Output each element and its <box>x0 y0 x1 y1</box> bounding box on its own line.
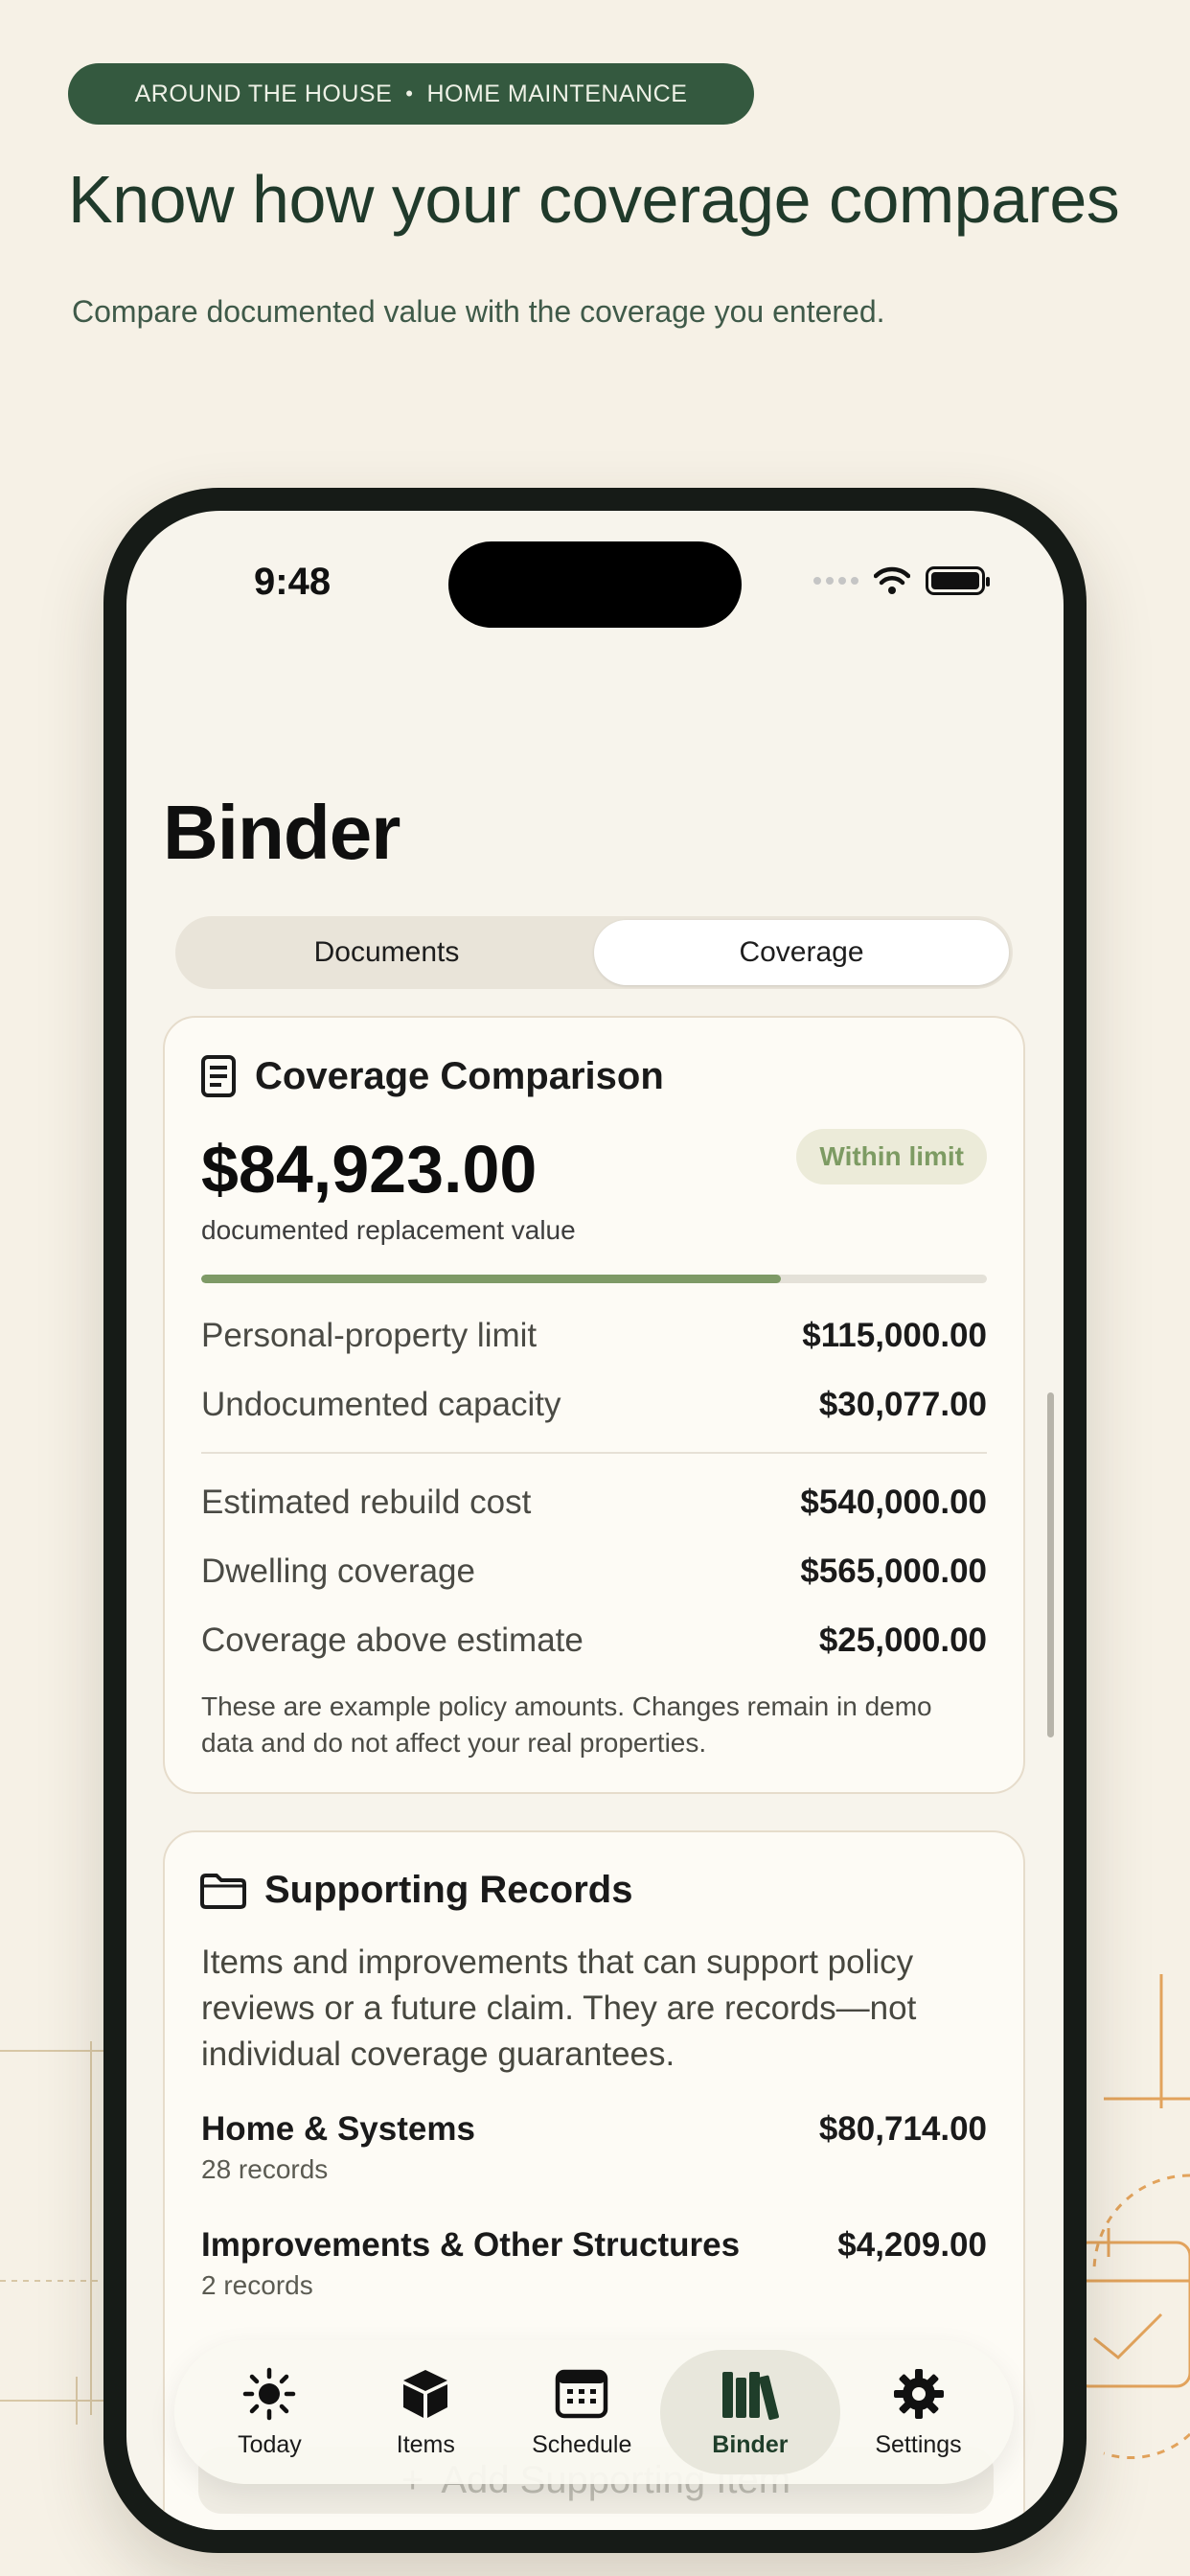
records-card-header: Supporting Records <box>199 1869 632 1912</box>
phone-frame: 9:48 Binder Documents Coverage Coverage … <box>103 488 1087 2553</box>
coverage-row: Coverage above estimate $25,000.00 <box>201 1622 987 1660</box>
folder-icon <box>200 1873 246 1909</box>
records-description: Items and improvements that can support … <box>201 1944 917 2073</box>
subline: Compare documented value with the covera… <box>72 294 885 329</box>
documented-value-caption: documented replacement value <box>201 1215 576 1245</box>
divider <box>201 1452 987 1454</box>
row-value: $540,000.00 <box>800 1484 987 1521</box>
coverage-row: Dwelling coverage $565,000.00 <box>201 1552 987 1591</box>
records-card-title: Supporting Records <box>264 1869 633 1911</box>
category-left: AROUND THE HOUSE <box>134 80 393 107</box>
sun-icon <box>243 2367 296 2420</box>
page-title: Binder <box>163 790 400 875</box>
tab-items[interactable]: Items <box>348 2350 504 2474</box>
scrollbar[interactable] <box>1047 1392 1054 1737</box>
calendar-icon <box>555 2369 608 2418</box>
tab-settings[interactable]: Settings <box>840 2350 996 2474</box>
category-pill: AROUND THE HOUSE • HOME MAINTENANCE <box>68 63 754 125</box>
record-group-name: Home & Systems <box>201 2110 475 2148</box>
tab-today[interactable]: Today <box>192 2350 348 2474</box>
row-value: $25,000.00 <box>818 1622 987 1659</box>
tab-schedule[interactable]: Schedule <box>504 2350 660 2474</box>
row-value: $115,000.00 <box>802 1317 987 1354</box>
tab-binder[interactable]: Binder <box>659 2350 841 2474</box>
tab-label: Binder <box>712 2430 789 2458</box>
status-badge: Within limit <box>796 1129 987 1184</box>
record-group-home-systems[interactable]: Home & Systems $80,714.00 28 records <box>201 2110 987 2185</box>
category-separator: • <box>405 81 414 105</box>
record-group-count: 2 records <box>201 2270 313 2300</box>
coverage-progress-fill <box>201 1275 782 1283</box>
signal-icon <box>813 577 858 585</box>
headline: Know how your coverage compares <box>68 162 1120 237</box>
row-label: Dwelling coverage <box>201 1552 475 1590</box>
status-icons <box>813 566 990 595</box>
tab-label: Settings <box>875 2430 962 2458</box>
segment-coverage[interactable]: Coverage <box>594 920 1009 985</box>
coverage-row: Estimated rebuild cost $540,000.00 <box>201 1484 987 1522</box>
record-group-count: 28 records <box>201 2154 329 2184</box>
phone-screen: 9:48 Binder Documents Coverage Coverage … <box>126 511 1064 2530</box>
row-value: $565,000.00 <box>800 1552 987 1590</box>
row-label: Undocumented capacity <box>201 1386 561 1423</box>
coverage-card-header: Coverage Comparison <box>199 1054 664 1098</box>
tab-label: Items <box>396 2430 455 2458</box>
record-group-improvements[interactable]: Improvements & Other Structures $4,209.0… <box>201 2226 987 2301</box>
record-group-amount: $80,714.00 <box>818 2110 987 2148</box>
dynamic-island <box>448 541 742 628</box>
demo-note: These are example policy amounts. Change… <box>201 1691 932 1758</box>
coverage-row: Personal-property limit $115,000.00 <box>201 1317 987 1355</box>
row-label: Personal-property limit <box>201 1317 538 1354</box>
coverage-row: Undocumented capacity $30,077.00 <box>201 1386 987 1424</box>
blueprint-decoration-left <box>0 2041 105 2425</box>
category-right: HOME MAINTENANCE <box>426 80 688 107</box>
row-value: $30,077.00 <box>818 1386 987 1423</box>
battery-icon <box>926 566 990 595</box>
record-group-amount: $4,209.00 <box>837 2226 987 2264</box>
coverage-card-title: Coverage Comparison <box>255 1054 664 1097</box>
segment-documents[interactable]: Documents <box>179 920 594 985</box>
row-label: Coverage above estimate <box>201 1622 584 1659</box>
tab-bar: Today Items Schedule Binder Settings <box>174 2340 1014 2484</box>
documented-value-amount: $84,923.00 <box>201 1132 538 1207</box>
segmented-control: Documents Coverage <box>175 916 1013 989</box>
record-group-name: Improvements & Other Structures <box>201 2226 741 2264</box>
status-time: 9:48 <box>254 561 332 603</box>
coverage-comparison-card: Coverage Comparison $84,923.00 documente… <box>163 1016 1025 1794</box>
tab-label: Schedule <box>532 2430 632 2458</box>
tab-label: Today <box>238 2430 302 2458</box>
wifi-icon <box>874 566 910 594</box>
box-icon <box>403 2369 448 2418</box>
gear-icon <box>893 2368 944 2419</box>
coverage-progress <box>201 1275 987 1283</box>
books-icon <box>721 2371 779 2420</box>
row-label: Estimated rebuild cost <box>201 1484 532 1521</box>
document-icon <box>201 1055 236 1097</box>
